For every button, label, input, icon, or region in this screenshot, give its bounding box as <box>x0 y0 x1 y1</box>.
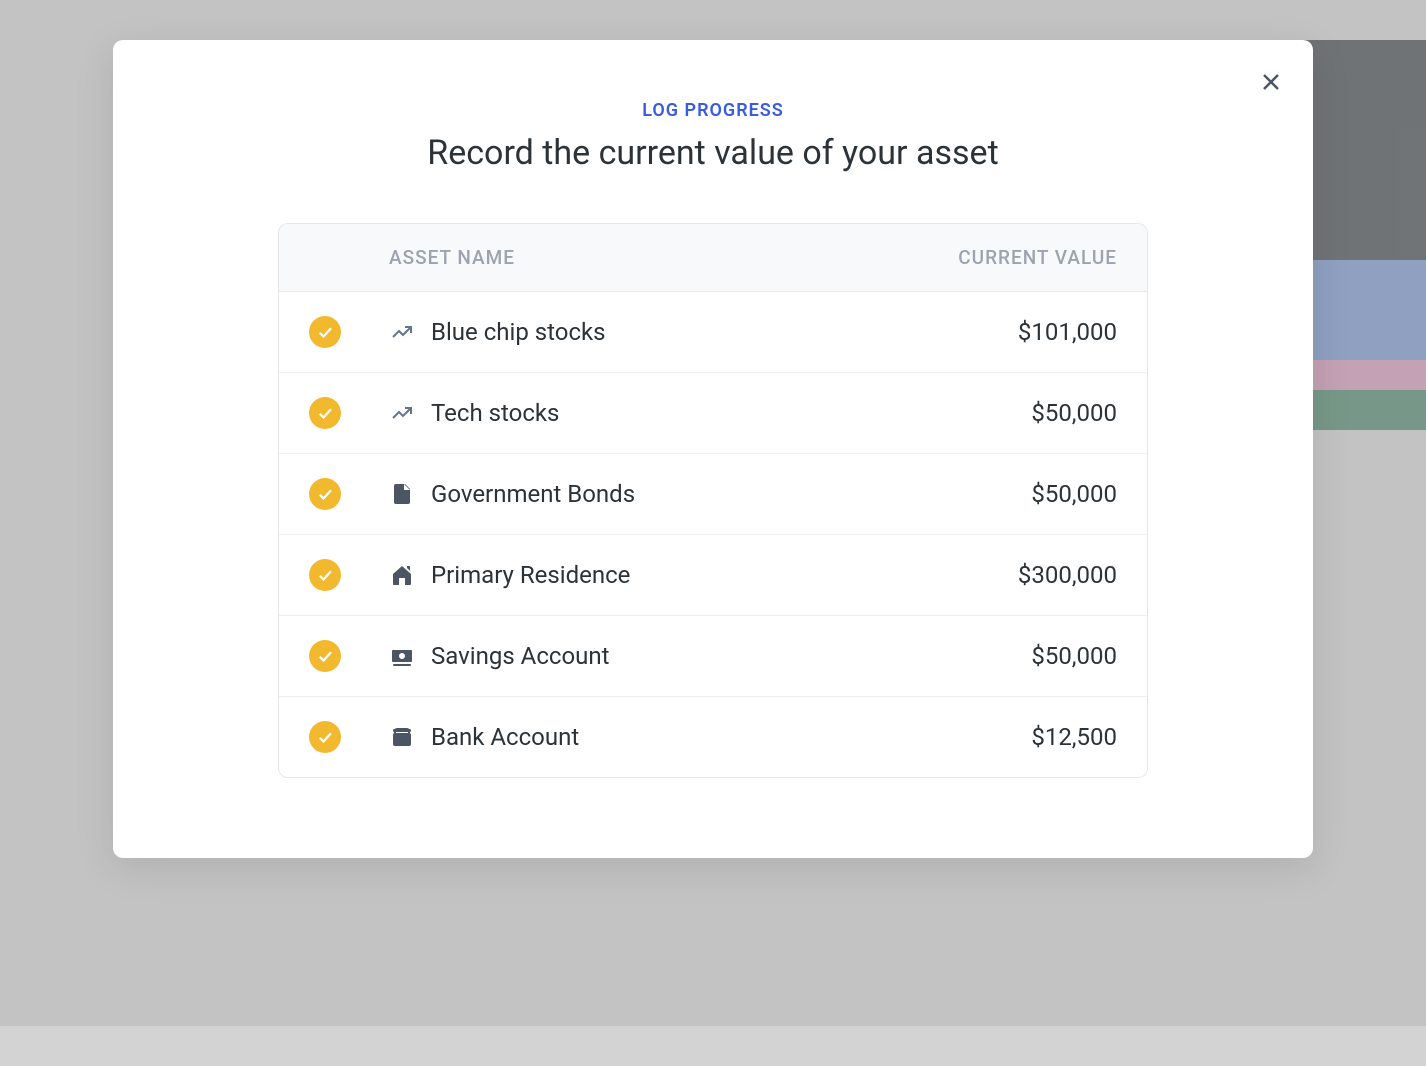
name-cell: Primary Residence <box>369 561 857 589</box>
cash-icon <box>389 643 415 669</box>
modal-header: LOG PROGRESS Record the current value of… <box>153 100 1273 173</box>
status-done-badge <box>309 478 341 510</box>
table-row[interactable]: Blue chip stocks $101,000 <box>279 292 1147 373</box>
check-icon <box>316 647 334 665</box>
asset-value: $101,000 <box>857 318 1117 346</box>
check-icon <box>316 485 334 503</box>
asset-name: Government Bonds <box>431 480 635 508</box>
close-button[interactable] <box>1257 68 1285 96</box>
asset-name: Primary Residence <box>431 561 630 589</box>
status-done-badge <box>309 721 341 753</box>
table-row[interactable]: Bank Account $12,500 <box>279 697 1147 777</box>
modal-title: Record the current value of your asset <box>153 133 1273 173</box>
asset-name: Tech stocks <box>431 399 559 427</box>
status-done-badge <box>309 640 341 672</box>
table-header: ASSET NAME CURRENT VALUE <box>279 224 1147 292</box>
asset-value: $12,500 <box>857 723 1117 751</box>
name-cell: Savings Account <box>369 642 857 670</box>
name-cell: Blue chip stocks <box>369 318 857 346</box>
status-cell <box>309 397 369 429</box>
status-done-badge <box>309 559 341 591</box>
asset-value: $50,000 <box>857 642 1117 670</box>
status-cell <box>309 559 369 591</box>
asset-value: $50,000 <box>857 399 1117 427</box>
status-cell <box>309 316 369 348</box>
trending-up-icon <box>389 400 415 426</box>
asset-name: Blue chip stocks <box>431 318 606 346</box>
table-row[interactable]: Primary Residence $300,000 <box>279 535 1147 616</box>
asset-table: ASSET NAME CURRENT VALUE Blue chip stock… <box>278 223 1148 778</box>
asset-name: Bank Account <box>431 723 579 751</box>
log-progress-modal: LOG PROGRESS Record the current value of… <box>113 40 1313 858</box>
status-done-badge <box>309 316 341 348</box>
close-icon <box>1259 70 1283 94</box>
asset-name: Savings Account <box>431 642 609 670</box>
asset-value: $50,000 <box>857 480 1117 508</box>
check-icon <box>316 404 334 422</box>
document-icon <box>389 481 415 507</box>
column-header-value: CURRENT VALUE <box>857 246 1117 269</box>
status-cell <box>309 721 369 753</box>
status-done-badge <box>309 397 341 429</box>
asset-value: $300,000 <box>857 561 1117 589</box>
name-cell: Government Bonds <box>369 480 857 508</box>
column-header-name: ASSET NAME <box>369 246 857 269</box>
table-row[interactable]: Government Bonds $50,000 <box>279 454 1147 535</box>
trending-up-icon <box>389 319 415 345</box>
home-icon <box>389 562 415 588</box>
table-row[interactable]: Savings Account $50,000 <box>279 616 1147 697</box>
status-cell <box>309 640 369 672</box>
modal-eyebrow: LOG PROGRESS <box>153 100 1273 121</box>
table-row[interactable]: Tech stocks $50,000 <box>279 373 1147 454</box>
name-cell: Bank Account <box>369 723 857 751</box>
check-icon <box>316 566 334 584</box>
wallet-icon <box>389 724 415 750</box>
modal-overlay: LOG PROGRESS Record the current value of… <box>0 0 1426 1026</box>
check-icon <box>316 728 334 746</box>
check-icon <box>316 323 334 341</box>
status-cell <box>309 478 369 510</box>
name-cell: Tech stocks <box>369 399 857 427</box>
